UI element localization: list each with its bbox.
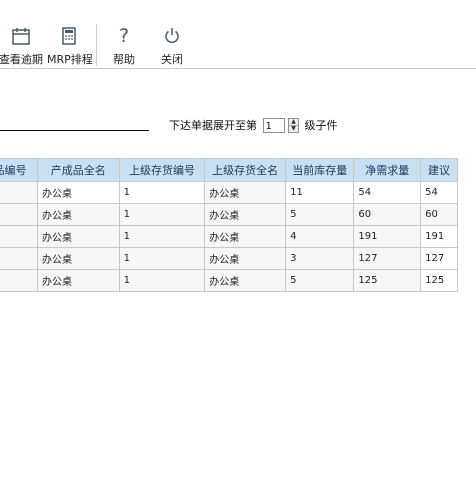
cell-parent-name[interactable]: 办公桌 xyxy=(204,203,287,226)
cell-parent-name[interactable]: 办公桌 xyxy=(204,181,287,204)
cell-suggested[interactable]: 125 xyxy=(420,269,458,292)
cell-net-demand[interactable]: 60 xyxy=(353,203,422,226)
cell-suggested[interactable]: 60 xyxy=(420,203,458,226)
cell-net-demand[interactable]: 54 xyxy=(353,181,422,204)
cell-parent-name[interactable]: 办公桌 xyxy=(204,269,287,292)
cell-product-code[interactable] xyxy=(0,181,38,204)
cell-product-name[interactable]: 办公桌 xyxy=(36,203,120,226)
cell-net-demand[interactable]: 127 xyxy=(353,247,422,270)
col-header-product-name[interactable]: 产成品全名 xyxy=(36,158,120,182)
cell-product-code[interactable] xyxy=(0,247,38,270)
col-header-net-demand[interactable]: 净需求量 xyxy=(353,158,422,182)
cell-product-name[interactable]: 办公桌 xyxy=(36,269,120,292)
col-header-suggested[interactable]: 建议 xyxy=(420,158,458,182)
cell-product-name[interactable]: 办公桌 xyxy=(36,247,120,270)
expand-level-input[interactable]: 1 xyxy=(262,117,285,133)
mrp-schedule-label: MRP排程 xyxy=(47,53,93,66)
cell-parent-code[interactable]: 1 xyxy=(118,181,206,204)
cell-current-stock[interactable]: 5 xyxy=(285,203,355,226)
table-row[interactable]: 办公桌 1 办公桌 5 60 60 xyxy=(0,203,458,226)
cell-suggested[interactable]: 54 xyxy=(420,181,458,204)
cell-parent-code[interactable]: 1 xyxy=(118,225,206,248)
filter-field-underline[interactable] xyxy=(0,130,149,131)
view-overdue-label: 查看逾期 xyxy=(0,53,43,66)
cell-parent-code[interactable]: 1 xyxy=(118,269,206,292)
col-header-current-stock[interactable]: 当前库存量 xyxy=(285,158,355,182)
close-button[interactable]: 关闭 xyxy=(156,25,188,67)
cell-product-name[interactable]: 办公桌 xyxy=(36,181,120,204)
level-spinner[interactable]: ▲ ▼ xyxy=(288,117,299,133)
help-icon: ? xyxy=(118,25,130,47)
cell-net-demand[interactable]: 191 xyxy=(353,225,422,248)
help-button[interactable]: ? 帮助 xyxy=(108,25,140,67)
spin-down-icon[interactable]: ▼ xyxy=(289,124,298,132)
expand-prefix-label: 下达单据展开至第 xyxy=(169,119,257,132)
cell-parent-code[interactable]: 1 xyxy=(118,247,206,270)
table-header-row: 品编号 产成品全名 上级存货编号 上级存货全名 当前库存量 净需求量 建议 xyxy=(0,158,458,182)
cell-current-stock[interactable]: 11 xyxy=(285,181,355,204)
table-row[interactable]: 办公桌 1 办公桌 5 125 125 xyxy=(0,269,458,292)
cell-product-code[interactable] xyxy=(0,225,38,248)
cell-parent-name[interactable]: 办公桌 xyxy=(204,247,287,270)
cell-product-code[interactable] xyxy=(0,203,38,226)
expand-level-control: 下达单据展开至第 1 ▲ ▼ 级子件 xyxy=(169,117,338,134)
cell-suggested[interactable]: 127 xyxy=(420,247,458,270)
toolbar-divider xyxy=(96,24,97,66)
calculator-icon xyxy=(58,25,80,47)
calendar-icon xyxy=(10,25,32,47)
help-label: 帮助 xyxy=(113,53,135,66)
table-row[interactable]: 办公桌 1 办公桌 11 54 54 xyxy=(0,181,458,204)
cell-net-demand[interactable]: 125 xyxy=(353,269,422,292)
cell-suggested[interactable]: 191 xyxy=(420,225,458,248)
cell-current-stock[interactable]: 4 xyxy=(285,225,355,248)
mrp-table: 品编号 产成品全名 上级存货编号 上级存货全名 当前库存量 净需求量 建议 办公… xyxy=(0,158,458,292)
col-header-product-code[interactable]: 品编号 xyxy=(0,158,38,182)
expand-suffix-label: 级子件 xyxy=(304,119,338,132)
table-row[interactable]: 办公桌 1 办公桌 3 127 127 xyxy=(0,247,458,270)
cell-product-name[interactable]: 办公桌 xyxy=(36,225,120,248)
toolbar: 查看逾期 MRP排程 ? 帮助 关闭 xyxy=(0,0,476,69)
close-label: 关闭 xyxy=(161,53,183,66)
power-icon xyxy=(161,25,183,47)
cell-parent-name[interactable]: 办公桌 xyxy=(204,225,287,248)
cell-current-stock[interactable]: 3 xyxy=(285,247,355,270)
col-header-parent-name[interactable]: 上级存货全名 xyxy=(204,158,287,182)
cell-parent-code[interactable]: 1 xyxy=(118,203,206,226)
table-row[interactable]: 办公桌 1 办公桌 4 191 191 xyxy=(0,225,458,248)
mrp-schedule-button[interactable]: MRP排程 xyxy=(47,25,93,67)
cell-product-code[interactable] xyxy=(0,269,38,292)
view-overdue-button[interactable]: 查看逾期 xyxy=(0,25,44,67)
col-header-parent-code[interactable]: 上级存货编号 xyxy=(118,158,206,182)
cell-current-stock[interactable]: 5 xyxy=(285,269,355,292)
